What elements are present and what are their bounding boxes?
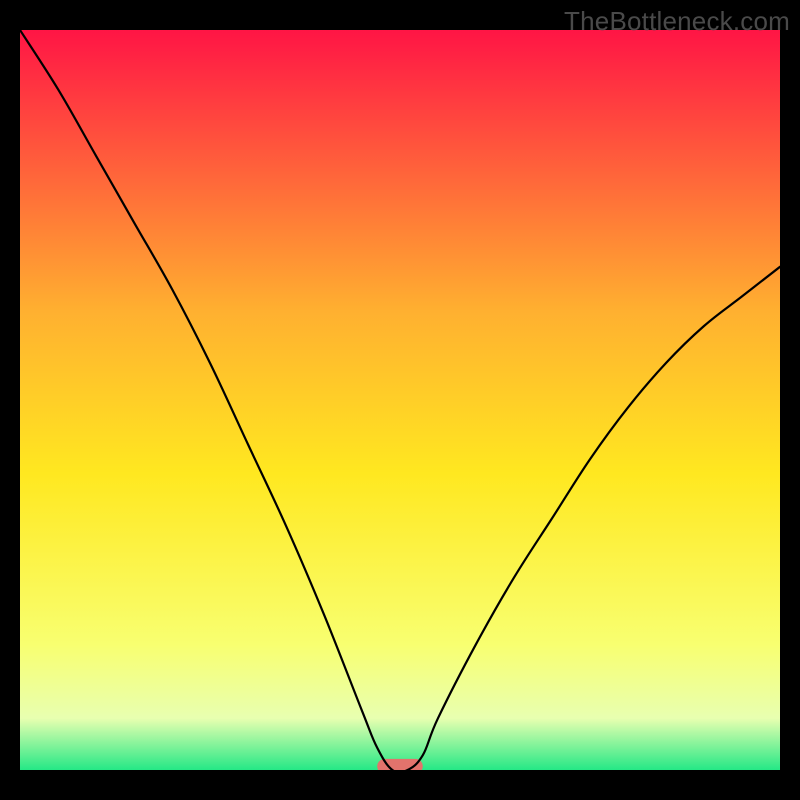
watermark-text: TheBottleneck.com: [564, 6, 790, 37]
gradient-background: [20, 30, 780, 770]
chart-frame: TheBottleneck.com: [0, 0, 800, 800]
plot-area: [20, 30, 780, 770]
chart-svg: [20, 30, 780, 770]
